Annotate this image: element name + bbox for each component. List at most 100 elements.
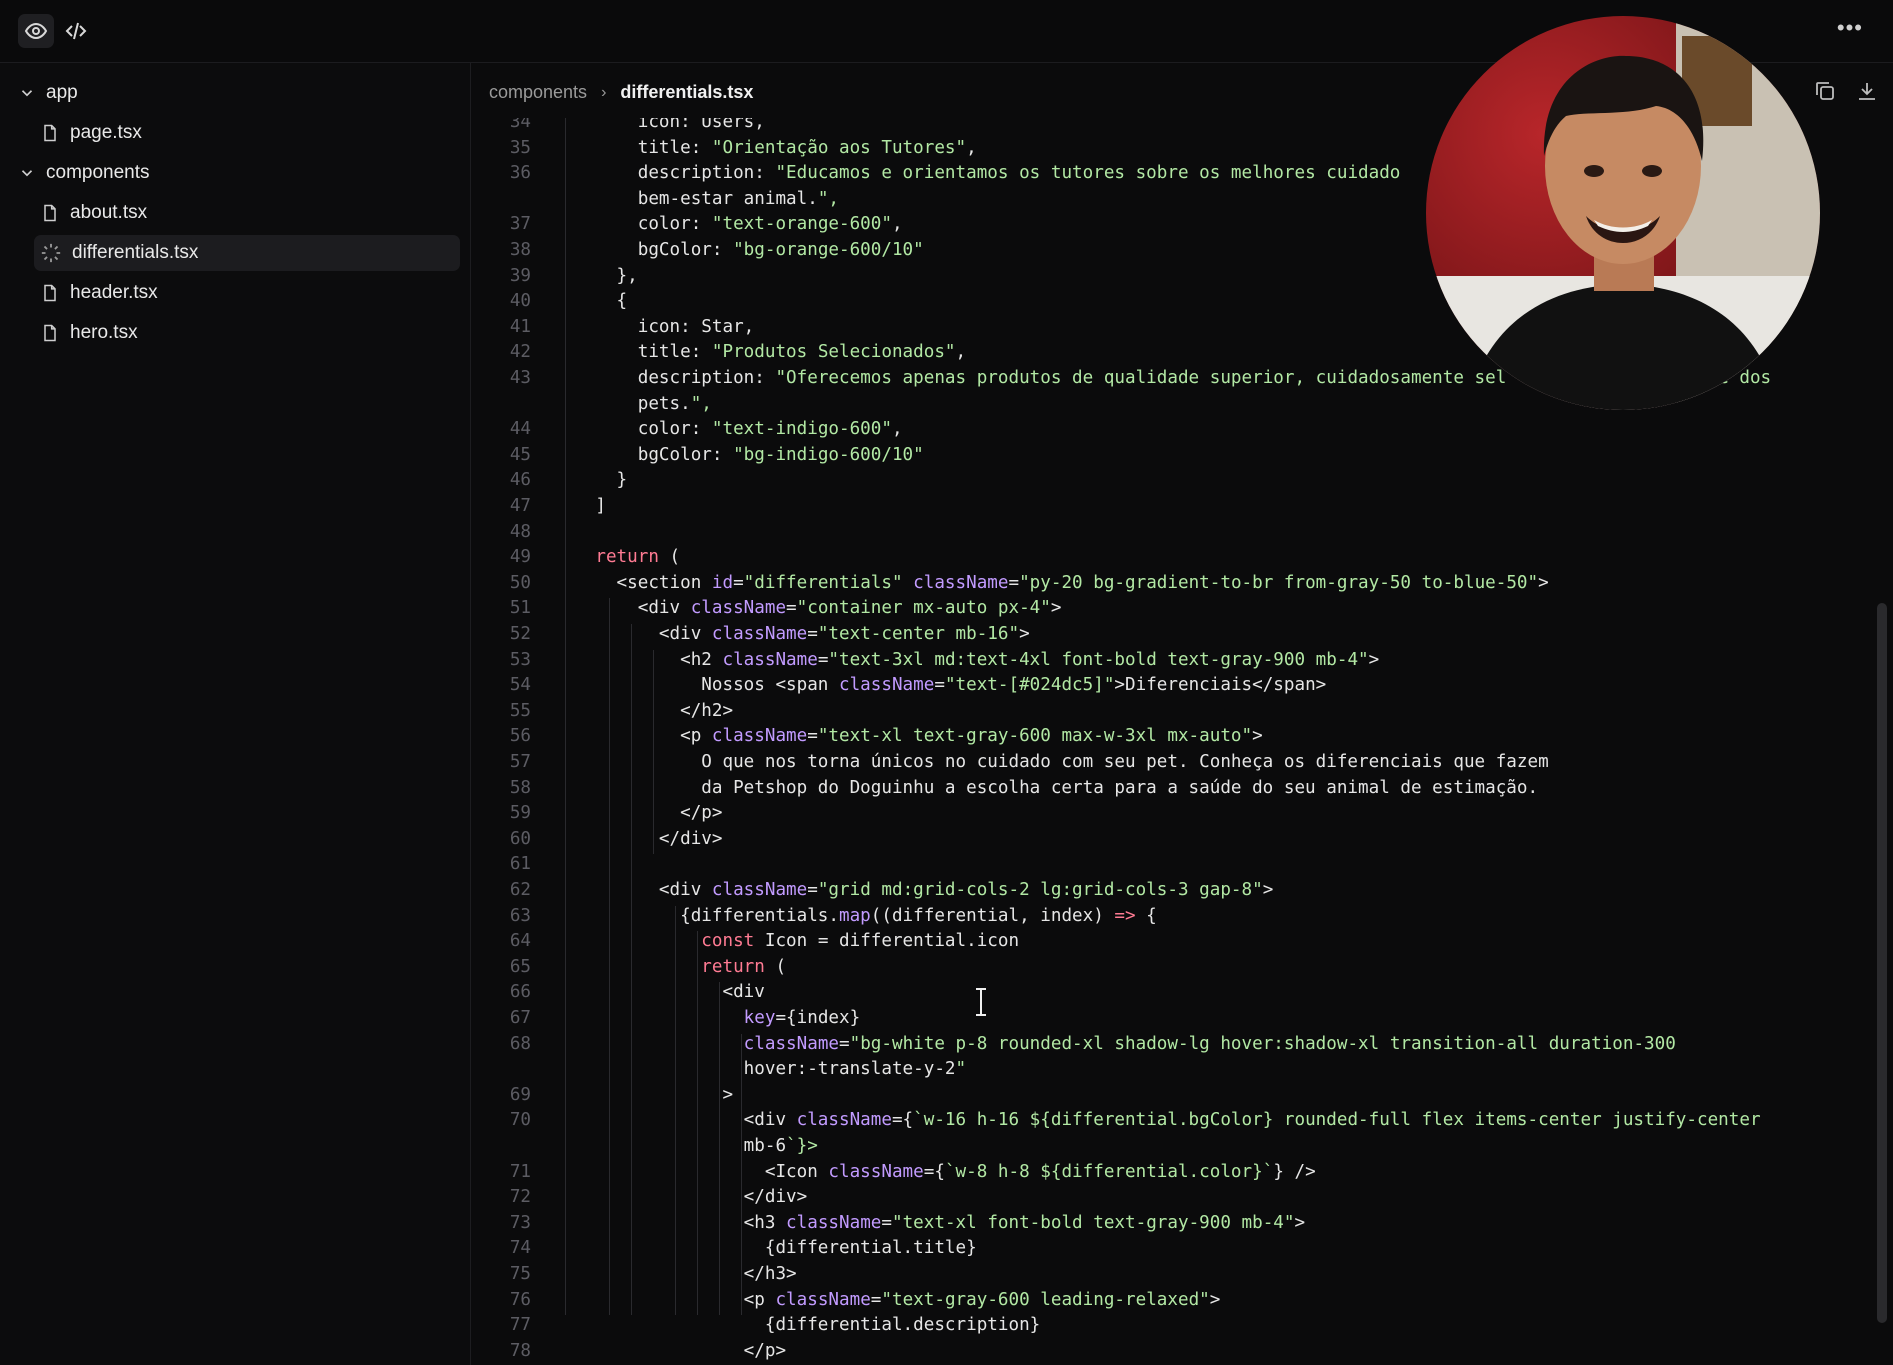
download-icon[interactable] (1855, 79, 1879, 103)
line-number: 67 (509, 1008, 531, 1028)
code-line: <div className="text-center mb-16"> (553, 624, 1030, 644)
code-line: ] (553, 496, 606, 516)
line-number: 68 (509, 1033, 531, 1054)
indent-guide (565, 118, 566, 1316)
line-number: 35 (509, 137, 531, 158)
code-icon (65, 22, 87, 40)
line-number: 42 (509, 342, 531, 363)
code-line: bgColor: "bg-indigo-600/10" (553, 444, 924, 465)
tree-file-differentials[interactable]: differentials.tsx (34, 235, 460, 271)
breadcrumb-file: differentials.tsx (620, 82, 754, 102)
line-number: 39 (509, 265, 531, 286)
line-number: 60 (509, 828, 531, 849)
code-line: </div> (553, 1187, 808, 1208)
file-icon (44, 324, 56, 342)
presenter-photo (1426, 16, 1820, 410)
line-number: 78 (509, 1340, 531, 1361)
tree-folder-components[interactable]: components (18, 155, 150, 191)
indent-guide (697, 931, 698, 1316)
line-number: 44 (509, 419, 531, 440)
code-line: > (553, 1084, 734, 1105)
breadcrumb-folder[interactable]: components (489, 82, 587, 103)
chevron-right-icon: › (601, 83, 607, 101)
chevron-down-icon (21, 90, 33, 97)
code-line: <p className="text-gray-600 leading-rela… (553, 1289, 1221, 1310)
code-line: mb-6`}> (553, 1136, 818, 1156)
line-number: 57 (509, 752, 531, 772)
file-icon (44, 204, 56, 222)
tree-item-label: differentials.tsx (72, 242, 199, 263)
line-number: 70 (509, 1110, 531, 1131)
line-number: 50 (509, 572, 531, 593)
code-line: const Icon = differential.icon (701, 931, 1020, 952)
tree-folder-app[interactable]: app (18, 75, 78, 111)
code-line: <p className="text-xl text-gray-600 max-… (553, 726, 1263, 747)
tree-file-hero[interactable]: hero.tsx (40, 315, 138, 351)
line-number: 77 (509, 1315, 531, 1336)
code-line: da Petshop do Doguinhu a escolha certa p… (553, 777, 1539, 798)
line-number: 41 (509, 316, 531, 337)
code-line: return ( (701, 956, 787, 977)
file-icon (44, 124, 56, 142)
code-line: <div (553, 982, 765, 1003)
code-line: </h2> (553, 700, 734, 721)
line-number: 69 (509, 1084, 531, 1105)
editor-actions (1813, 79, 1879, 103)
line-number: 63 (509, 905, 531, 926)
webcam-presenter-overlay (1426, 16, 1820, 410)
line-number: 56 (509, 726, 531, 747)
line-number: 75 (509, 1264, 531, 1284)
code-line: {differentials.map((differential, index)… (553, 905, 1157, 926)
tree-file-header[interactable]: header.tsx (40, 275, 158, 311)
line-number: 55 (509, 700, 531, 721)
tree-item-label: hero.tsx (70, 322, 138, 343)
line-number: 72 (509, 1187, 531, 1208)
line-number: 48 (509, 521, 531, 542)
tree-item-label: page.tsx (70, 122, 142, 143)
line-number: 71 (509, 1161, 531, 1182)
file-explorer-sidebar: app page.tsx components about.tsx differ… (0, 63, 471, 1365)
line-number: 40 (509, 291, 531, 312)
preview-toggle-button[interactable] (18, 14, 54, 48)
line-number: 65 (509, 956, 531, 977)
line-number: 43 (509, 368, 531, 388)
line-number: 76 (509, 1289, 531, 1310)
line-number: 73 (509, 1212, 531, 1233)
line-number: 47 (509, 496, 531, 516)
copy-icon[interactable] (1813, 79, 1837, 103)
indent-guide (719, 982, 720, 1316)
line-number: 51 (509, 598, 531, 619)
tree-file-about[interactable]: about.tsx (40, 195, 147, 231)
code-line: bem-estar animal.", (553, 188, 839, 209)
line-number: 58 (509, 777, 531, 798)
indent-guide (609, 598, 610, 1316)
code-line: className="bg-white p-8 rounded-xl shado… (743, 1033, 1676, 1054)
vertical-scrollbar[interactable] (1877, 603, 1887, 1323)
code-line: icon: Star, (553, 316, 755, 337)
tree-item-label: components (46, 162, 150, 183)
tree-file-page[interactable]: page.tsx (40, 115, 142, 151)
line-number: 45 (509, 444, 531, 465)
code-line: description: "Educamos e orientamos os t… (553, 163, 1401, 184)
line-number: 37 (509, 214, 531, 235)
line-number: 54 (509, 675, 531, 696)
line-number: 74 (509, 1238, 531, 1259)
code-line: </p> (553, 1340, 787, 1361)
line-number: 53 (509, 649, 531, 670)
code-line: color: "text-orange-600", (553, 214, 903, 235)
code-toggle-button[interactable] (58, 14, 94, 48)
code-line: O que nos torna únicos no cuidado com se… (553, 752, 1549, 772)
line-number: 62 (509, 880, 531, 900)
file-icon (44, 284, 56, 302)
code-line: key={index} (743, 1008, 861, 1028)
code-line: <div className="grid md:grid-cols-2 lg:g… (553, 880, 1274, 900)
more-icon[interactable]: ••• (1837, 17, 1863, 39)
code-line: <div className="container mx-auto px-4"> (553, 598, 1062, 619)
eye-icon (24, 22, 48, 40)
code-line: </p> (553, 803, 723, 824)
spinner-icon (41, 243, 61, 263)
indent-guide (653, 649, 654, 855)
code-line: return ( (595, 547, 681, 568)
line-number: 38 (509, 240, 531, 260)
line-number: 46 (509, 470, 531, 491)
